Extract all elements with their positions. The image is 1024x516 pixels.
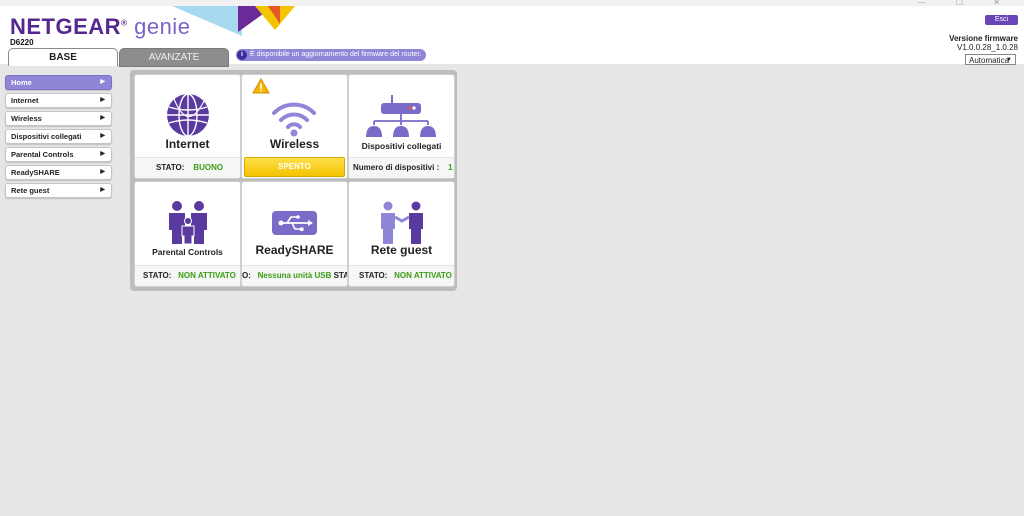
chevron-right-icon: ▶ <box>100 169 105 175</box>
status-value: NON ATTIVATO <box>394 271 452 280</box>
tile-parental-controls[interactable]: Parental Controls STATO: NON ATTIVATO <box>134 181 241 287</box>
tile-title: Dispositivi collegati <box>361 141 442 151</box>
tile-guest-network[interactable]: Rete guest STATO: NON ATTIVATO <box>348 181 455 287</box>
sidebar-item-guest-network[interactable]: Rete guest ▶ <box>5 183 112 198</box>
wireless-status-badge: SPENTO <box>244 157 345 177</box>
info-icon: i <box>237 50 247 60</box>
tile-attached-devices[interactable]: Dispositivi collegati Numero di disposit… <box>348 74 455 179</box>
chevron-right-icon: ▶ <box>100 79 105 85</box>
netgear-genie-logo: NETGEAR® genie <box>10 14 191 39</box>
status-value: NON ATTIVATO <box>178 271 236 280</box>
sidebar-item-attached-devices[interactable]: Dispositivi collegati ▶ <box>5 129 112 144</box>
chevron-down-icon: ▼ <box>1006 57 1012 63</box>
chevron-right-icon: ▶ <box>100 187 105 193</box>
logout-button[interactable]: Esci <box>985 15 1018 25</box>
tile-title: Rete guest <box>370 243 433 257</box>
language-select[interactable]: Automatica ▼ <box>965 54 1016 65</box>
network-devices-icon <box>366 95 436 137</box>
wifi-icon <box>272 102 316 137</box>
chevron-right-icon: ▶ <box>100 115 105 121</box>
device-count: 1 <box>448 163 453 172</box>
readyshare-status: O: Nessuna unità USB STAT <box>242 265 347 286</box>
tile-title: Wireless <box>269 137 320 151</box>
decorative-shape <box>268 6 280 24</box>
sidebar-item-internet[interactable]: Internet ▶ <box>5 93 112 108</box>
devices-status: Numero di dispositivi : 1 <box>349 157 454 178</box>
logo-genie: genie <box>134 14 191 39</box>
chevron-right-icon: ▶ <box>100 97 105 103</box>
dashboard-grid: Internet STATO: BUONO Wireless SPENTO Di… <box>130 70 457 291</box>
usb-icon <box>272 211 317 235</box>
logo-brand: NETGEAR <box>10 14 122 39</box>
warning-icon <box>252 78 270 94</box>
notice-text: È disponibile un aggiornamento del firmw… <box>250 51 422 58</box>
tile-internet[interactable]: Internet STATO: BUONO <box>134 74 241 179</box>
firmware-version: V1.0.0.28_1.0.28 <box>957 43 1018 52</box>
sidebar-nav: Home ▶ Internet ▶ Wireless ▶ Dispositivi co… <box>5 75 112 201</box>
language-select-value: Automatica <box>969 56 1010 65</box>
firmware-update-notice[interactable]: i È disponibile un aggiornamento del fir… <box>236 49 426 61</box>
sidebar-item-parental-controls[interactable]: Parental Controls ▶ <box>5 147 112 162</box>
family-icon <box>169 201 207 245</box>
globe-icon <box>167 93 209 137</box>
tile-wireless[interactable]: Wireless SPENTO <box>241 74 348 179</box>
tab-advanced[interactable]: AVANZATE <box>119 48 229 67</box>
tile-readyshare[interactable]: ReadySHARE O: Nessuna unità USB STAT <box>241 181 348 287</box>
internet-status: STATO: BUONO <box>135 157 240 178</box>
tile-title: Internet <box>165 137 210 151</box>
firmware-label: Versione firmware <box>949 34 1018 43</box>
parental-status: STATO: NON ATTIVATO <box>135 265 240 286</box>
tab-base[interactable]: BASE <box>8 48 118 66</box>
handshake-people-icon <box>381 201 423 244</box>
sidebar-item-readyshare[interactable]: ReadySHARE ▶ <box>5 165 112 180</box>
header: NETGEAR® genie D6220 BASE AVANZATE i È d… <box>0 6 1024 67</box>
tile-title: Parental Controls <box>152 247 223 257</box>
sidebar-item-home[interactable]: Home ▶ <box>5 75 112 90</box>
guest-status: STATO: NON ATTIVATO <box>349 265 454 286</box>
status-value: BUONO <box>193 163 224 172</box>
chevron-right-icon: ▶ <box>100 133 105 139</box>
chevron-right-icon: ▶ <box>100 151 105 157</box>
tile-title: ReadySHARE <box>255 243 334 257</box>
sidebar-item-wireless[interactable]: Wireless ▶ <box>5 111 112 126</box>
router-model: D6220 <box>10 38 34 47</box>
status-value: Nessuna unità USB <box>257 271 332 280</box>
